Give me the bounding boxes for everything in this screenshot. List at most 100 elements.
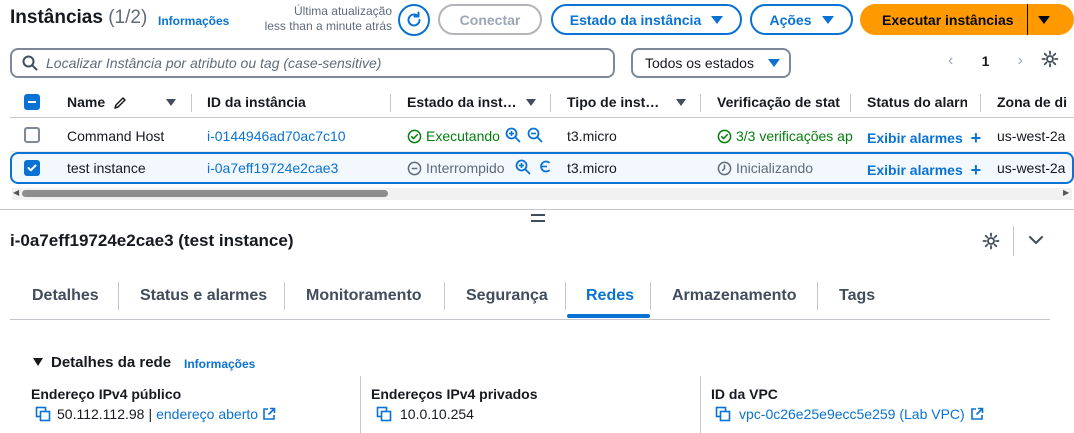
tab-divider [565, 282, 566, 310]
sort-icon[interactable] [166, 99, 176, 106]
actions-button[interactable]: Ações [750, 4, 853, 35]
external-link-icon[interactable] [262, 407, 276, 421]
view-alarms-link[interactable]: Exibir alarmes [867, 130, 963, 146]
column-divider [550, 94, 551, 112]
cell-instance-id[interactable]: i-0a7eff19724e2cae3 [207, 160, 338, 176]
external-link-icon[interactable] [970, 407, 984, 421]
tab-networking[interactable]: Redes [586, 287, 634, 305]
cell-status-check: Inicializando [717, 160, 813, 176]
last-update-line2: less than a minute atrás [264, 19, 392, 33]
state-label: Interrompido [426, 160, 505, 176]
current-page[interactable]: 1 [982, 53, 990, 69]
active-tab-indicator [567, 314, 650, 318]
caret-down-icon [767, 59, 780, 67]
refresh-icon [407, 11, 421, 27]
search-input[interactable] [46, 55, 586, 71]
col-state-header[interactable]: Estado da inst… [407, 94, 519, 110]
open-address-link[interactable]: endereço aberto [156, 406, 258, 422]
zoom-in-icon[interactable] [505, 127, 521, 143]
launch-instances-label: Executar instâncias [882, 11, 1014, 28]
state-filter-select[interactable]: Todos os estados [631, 48, 791, 78]
resize-handle-icon[interactable] [531, 214, 545, 222]
refresh-button[interactable] [398, 4, 430, 36]
col-id-header[interactable]: ID da instância [207, 94, 306, 110]
public-ipv4-label: Endereço IPv4 público [31, 386, 182, 402]
page-title-text: Instâncias [10, 7, 103, 28]
section-info-link[interactable]: Informações [184, 357, 255, 371]
caret-down-icon [821, 15, 834, 24]
tab-tags[interactable]: Tags [839, 287, 875, 305]
tab-security[interactable]: Segurança [466, 287, 548, 305]
select-all-checkbox[interactable] [24, 94, 40, 110]
caret-down-icon [711, 15, 724, 24]
cell-alarm[interactable]: Exibir alarmes + [867, 160, 981, 181]
plus-icon[interactable]: + [971, 128, 982, 148]
gear-icon[interactable] [1041, 50, 1059, 68]
state-label: Executando [426, 128, 500, 144]
tab-storage[interactable]: Armazenamento [672, 287, 796, 305]
detail-title: i-0a7eff19724e2cae3 (test instance) [10, 231, 294, 250]
scroll-left-icon[interactable]: ◀ [13, 188, 19, 197]
column-divider [850, 94, 851, 112]
zoom-out-icon[interactable] [527, 127, 543, 143]
row-checkbox[interactable] [24, 160, 40, 176]
check-circle-icon [717, 129, 732, 144]
cell-status-check: 3/3 verificações ap [717, 128, 853, 144]
section-title[interactable]: Detalhes da rede [51, 354, 171, 371]
sort-icon[interactable] [526, 99, 536, 106]
tab-divider [650, 282, 651, 310]
table-row[interactable]: test instance i-0a7eff19724e2cae3 Interr… [10, 152, 1074, 184]
info-link[interactable]: Informações [158, 14, 229, 28]
connect-button[interactable]: Conectar [438, 4, 542, 35]
chevron-down-icon[interactable] [1028, 234, 1044, 246]
cell-alarm[interactable]: Exibir alarmes + [867, 128, 981, 149]
split-panel-divider [0, 209, 1074, 210]
copy-icon[interactable] [715, 406, 731, 422]
sort-icon[interactable] [676, 99, 686, 106]
column-divider [360, 376, 361, 433]
view-alarms-link[interactable]: Exibir alarmes [867, 162, 963, 178]
public-ipv4-text: 50.112.112.98 [57, 406, 145, 422]
table-row[interactable]: Command Host i-0144946ad70ac7c10 Executa… [10, 120, 1074, 152]
table-header: Name ID da instância Estado da inst… Tip… [10, 88, 1074, 118]
cell-state: Executando [407, 128, 500, 144]
col-alarm-header[interactable]: Status do alarn [867, 94, 967, 110]
col-name-header[interactable]: Name [67, 94, 131, 110]
column-divider [700, 94, 701, 112]
instance-state-button[interactable]: Estado da instância [551, 4, 742, 35]
scroll-right-icon[interactable]: ▶ [1063, 188, 1069, 197]
gear-icon[interactable] [982, 232, 1000, 250]
tab-details[interactable]: Detalhes [32, 287, 99, 305]
cell-name: test instance [67, 160, 146, 176]
cell-instance-id[interactable]: i-0144946ad70ac7c10 [207, 128, 346, 144]
zoom-out-icon[interactable] [538, 159, 552, 175]
plus-icon[interactable]: + [971, 160, 982, 180]
col-type-header[interactable]: Tipo de inst… [567, 94, 665, 110]
header-divider [1013, 226, 1014, 256]
private-ipv4-label: Endereços IPv4 privados [371, 386, 538, 402]
col-zone-header[interactable]: Zona de di [997, 94, 1074, 110]
private-ipv4-value: 10.0.10.254 [376, 406, 474, 422]
cell-name: Command Host [67, 128, 165, 144]
public-ipv4-value: 50.112.112.98 | endereço aberto [35, 406, 276, 422]
cell-zone: us-west-2a [997, 128, 1066, 144]
column-divider [980, 94, 981, 112]
vpc-id-link[interactable]: vpc-0c26e25e9ecc5e259 (Lab VPC) [739, 406, 965, 422]
next-page-icon[interactable]: › [1018, 52, 1023, 70]
copy-icon[interactable] [376, 406, 392, 422]
scrollbar-thumb[interactable] [22, 190, 388, 197]
col-check-header[interactable]: Verificação de stat [717, 94, 845, 110]
caret-down-icon[interactable] [33, 358, 43, 366]
row-checkbox[interactable] [24, 127, 40, 143]
copy-icon[interactable] [35, 406, 51, 422]
search-box[interactable] [10, 48, 615, 78]
column-divider [700, 376, 701, 433]
tab-status-alarms[interactable]: Status e alarmes [140, 287, 267, 305]
tab-monitoring[interactable]: Monitoramento [306, 287, 422, 305]
zoom-in-icon[interactable] [515, 159, 531, 175]
prev-page-icon[interactable]: ‹ [948, 52, 953, 70]
status-check-label: 3/3 verificações ap [736, 128, 853, 144]
launch-dropdown-icon[interactable] [1038, 16, 1050, 24]
stopped-icon [407, 161, 422, 176]
clock-icon [717, 161, 732, 176]
